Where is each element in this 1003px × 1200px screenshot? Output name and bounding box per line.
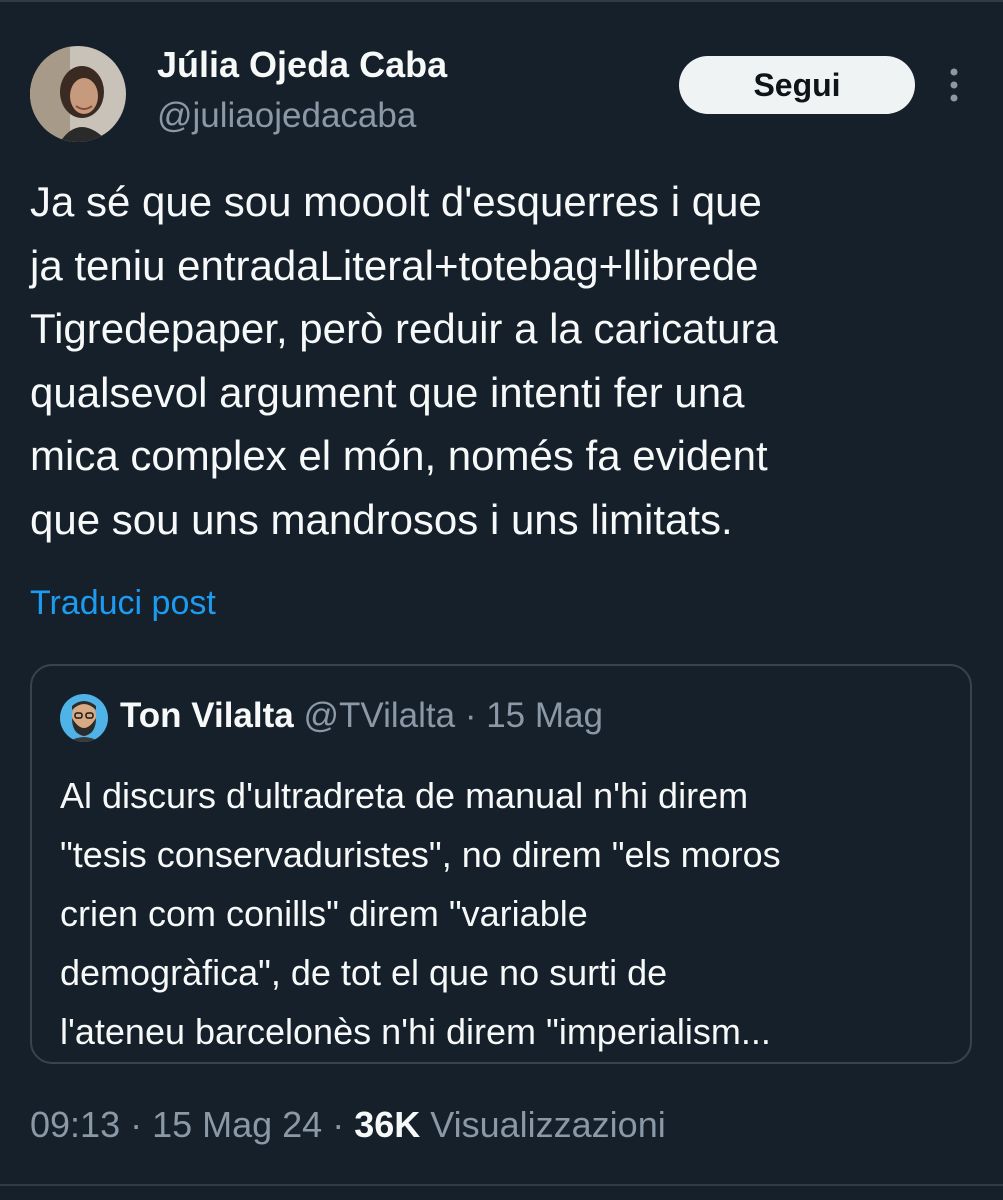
tweet-text-line: Ja sé que sou mooolt d'esquerres i que bbox=[30, 178, 762, 225]
author-name[interactable]: Júlia Ojeda Caba bbox=[157, 44, 447, 86]
quoted-text-line: demogràfica", de tot el que no surti de bbox=[60, 952, 668, 993]
tweet-text-line: Tigredepaper, però reduir a la caricatur… bbox=[30, 305, 778, 352]
author-handle[interactable]: @juliaojedacaba bbox=[157, 96, 416, 136]
quoted-text-line: "tesis conservaduristes", no direm "els … bbox=[60, 834, 781, 875]
tweet-text-line: mica complex el món, només fa evident bbox=[30, 432, 768, 479]
author-avatar[interactable] bbox=[30, 46, 126, 142]
tweet-footer: 09:13 · 15 Mag 24 · 36K Visualizzazioni bbox=[30, 1104, 666, 1146]
tweet-text: Ja sé que sou mooolt d'esquerres i que j… bbox=[30, 170, 980, 551]
tweet-text-line: ja teniu entradaLiteral+totebag+llibrede bbox=[30, 241, 759, 289]
quoted-author-avatar[interactable] bbox=[60, 694, 108, 742]
translate-post-link[interactable]: Traduci post bbox=[30, 584, 216, 623]
tweet-text-line: qualsevol argument que intenti fer una bbox=[30, 368, 745, 416]
quoted-text-line: crien com conills" direm "variable bbox=[60, 893, 588, 934]
tweet-text-line: que sou uns mandrosos i uns limitats. bbox=[30, 495, 733, 543]
quoted-author-name[interactable]: Ton Vilalta bbox=[120, 696, 294, 735]
quoted-text-line: Al discurs d'ultradreta de manual n'hi d… bbox=[60, 775, 749, 816]
quoted-tweet-header: Ton Vilalta @TVilalta · 15 Mag bbox=[120, 696, 603, 736]
bottom-divider bbox=[0, 1184, 1003, 1186]
quoted-text-line: l'ateneu barcelonès n'hi direm "imperial… bbox=[60, 1011, 771, 1052]
more-vertical-icon[interactable] bbox=[940, 64, 968, 108]
views-label: Visualizzazioni bbox=[420, 1104, 666, 1145]
tweet-timestamp[interactable]: 09:13 · 15 Mag 24 · bbox=[30, 1104, 354, 1145]
quoted-tweet-text: Al discurs d'ultradreta de manual n'hi d… bbox=[60, 766, 960, 1061]
top-divider bbox=[0, 0, 1003, 2]
quoted-author-meta: @TVilalta · 15 Mag bbox=[303, 696, 603, 735]
follow-button[interactable]: Segui bbox=[679, 56, 915, 114]
quoted-tweet-card[interactable]: Ton Vilalta @TVilalta · 15 Mag Al discur… bbox=[30, 664, 972, 1064]
views-count: 36K bbox=[354, 1104, 421, 1145]
